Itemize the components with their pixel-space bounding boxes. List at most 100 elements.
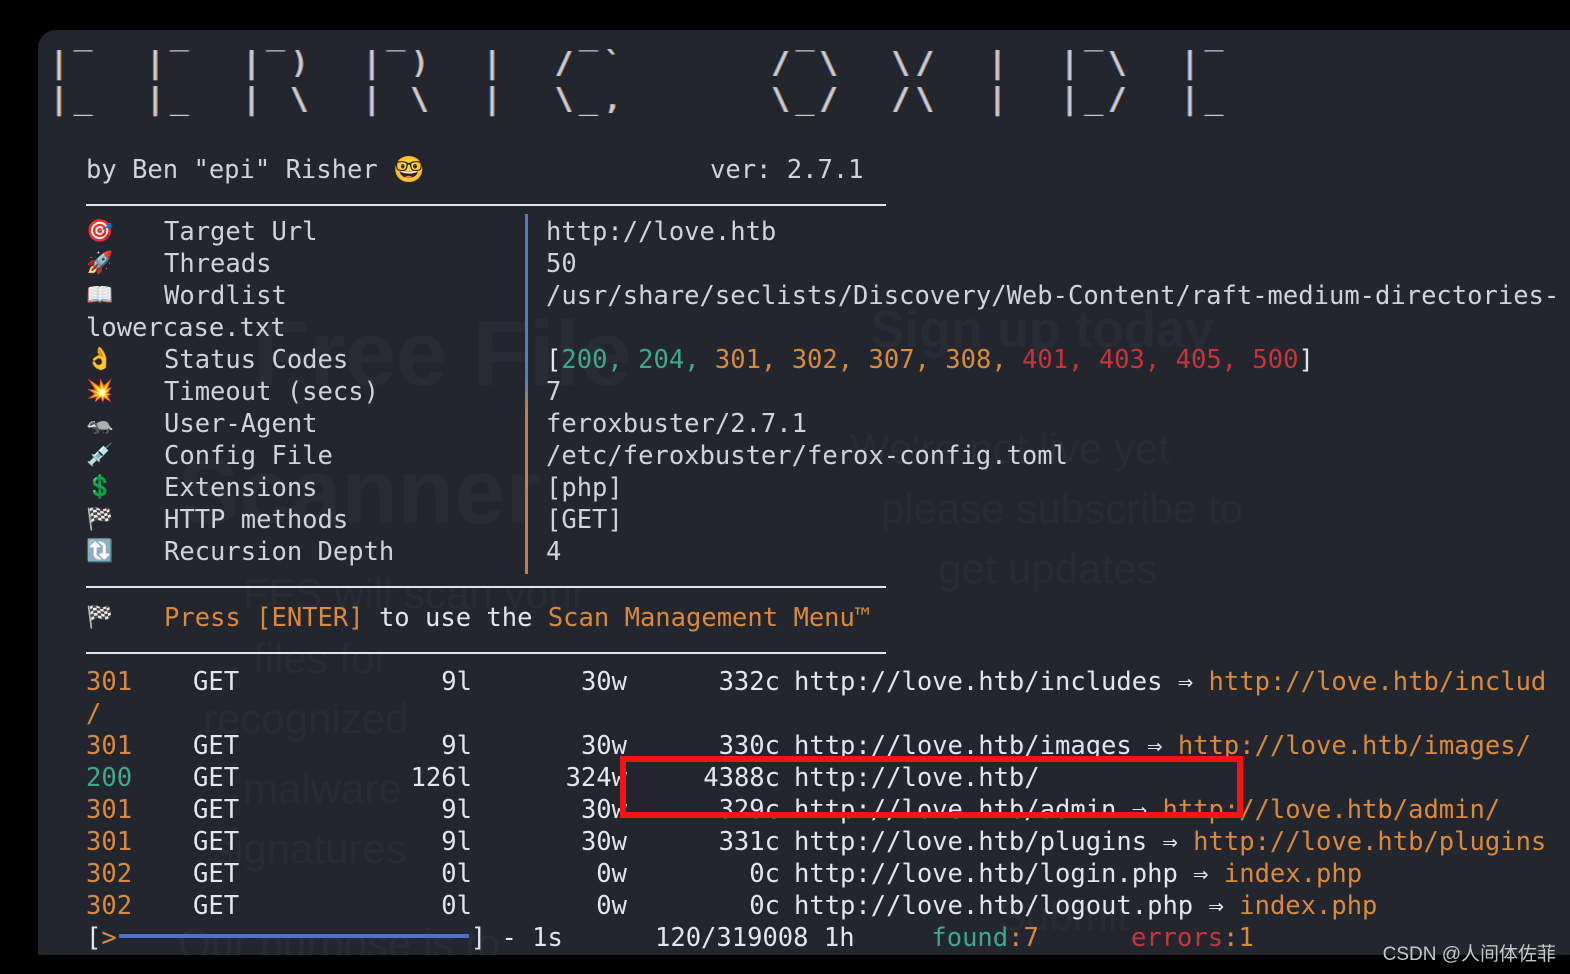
config-table: 🎯 Target Url http://love.htb 🚀 Threads 50 📖 W… (86, 216, 1559, 568)
result-method: GET (193, 731, 240, 761)
status-codes-open-bracket: [ (546, 345, 562, 375)
result-line-count: 0l (441, 859, 472, 889)
status-code-sep: , (684, 345, 715, 375)
status-code-sep: , (607, 345, 639, 375)
config-value-threads: 50 (546, 249, 577, 279)
result-method: GET (193, 795, 240, 825)
scan-management-menu-hint[interactable]: 🏁 Press [ENTER] to use the Scan Managemen… (86, 602, 870, 634)
table-row[interactable]: 302 GET 0l 0w 0c http://love.htb/logout.php ⇒… (86, 890, 1546, 922)
result-word-count: 30w (580, 667, 627, 697)
status-code-sep: , (991, 345, 1023, 375)
config-row-recursion-depth: 🔃 Recursion Depth 4 (86, 536, 1559, 568)
result-method: GET (193, 859, 240, 889)
config-label-recursion-depth: Recursion Depth (164, 537, 395, 567)
status-code-405: 405 (1175, 345, 1222, 375)
menu-name-label: Scan Management Menu™ (547, 603, 871, 633)
result-word-count: 30w (580, 795, 627, 825)
redirect-arrow-icon: ⇒ (1177, 859, 1224, 889)
config-row-threads: 🚀 Threads 50 (86, 248, 1559, 280)
config-row-status-codes: 👌 Status Codes [200, 204, 301, 302, 307, 3… (86, 344, 1559, 376)
table-row[interactable]: 302 GET 0l 0w 0c http://love.htb/login.php ⇒ … (86, 858, 1546, 890)
result-redirect-url[interactable]: index.php (1224, 859, 1362, 889)
result-word-count: 324w (565, 763, 627, 793)
config-value-extensions: [php] (546, 473, 623, 503)
eta-label: 1h (823, 923, 855, 953)
config-row-timeout: 💥 Timeout (secs) 7 (86, 376, 1559, 408)
config-row-extensions: 💲 Extensions [php] (86, 472, 1559, 504)
config-value-http-methods: [GET] (546, 505, 623, 535)
csdn-watermark: CSDN @人间体佐菲 (1382, 944, 1556, 965)
config-value-timeout: 7 (546, 377, 562, 407)
errors-value: 1 (1238, 923, 1254, 953)
badger-icon: 🦡 (86, 411, 114, 436)
result-url[interactable]: http://love.htb/logout.php (794, 891, 1193, 921)
flag-icon: 🏁 (86, 605, 114, 630)
result-char-count: 0c (749, 891, 780, 921)
status-code-204: 204 (638, 345, 685, 375)
result-url-cell[interactable]: http://love.htb/login.php ⇒ index.php (780, 858, 1362, 890)
config-label-config-file: Config File (164, 441, 333, 471)
flag-icon: 🏁 (86, 507, 114, 532)
config-row-wordlist: 📖 Wordlist/usr/share/seclists/Discovery/W… (86, 280, 1559, 312)
config-value-target-url: http://love.htb (546, 217, 777, 247)
result-line-count: 9l (441, 731, 472, 761)
elapsed-time: - 1s (501, 923, 563, 953)
result-url[interactable]: http://love.htb/login.php (794, 859, 1178, 889)
banner-line-1: |‾ |‾ |‾) |‾) | /‾` /‾\ \/ | |‾\ |‾ (50, 46, 1230, 81)
config-label-user-agent: User-Agent (164, 409, 318, 439)
status-codes-close-bracket: ] (1298, 345, 1314, 375)
result-redirect-url[interactable]: http://love.htb/includ (1209, 667, 1547, 697)
result-method: GET (193, 891, 240, 921)
result-method: GET (193, 763, 240, 793)
errors-label: errors (1130, 923, 1224, 953)
result-line-count: 126l (410, 763, 472, 793)
status-code-sep: , (1221, 345, 1253, 375)
status-code-401: 401 (1022, 345, 1069, 375)
status-code-sep: , (1068, 345, 1099, 375)
boom-icon: 💥 (86, 379, 114, 404)
menu-middle-text: to use the (363, 603, 548, 633)
status-code-308: 308 (945, 345, 992, 375)
syringe-icon: 💉 (86, 443, 114, 468)
result-url-cell[interactable]: http://love.htb/includes ⇒ http://love.h… (780, 666, 1546, 698)
result-url[interactable]: http://love.htb/plugins (794, 827, 1147, 857)
result-word-count: 30w (580, 827, 627, 857)
result-char-count: 331c (718, 827, 780, 857)
admin-row-highlight-box (620, 756, 1243, 818)
config-value-status-codes: [200, 204, 301, 302, 307, 308, 401, 403,… (546, 344, 1314, 376)
status-code-301: 301 (714, 345, 761, 375)
result-redirect-url[interactable]: index.php (1239, 891, 1377, 921)
result-redirect-url[interactable]: http://love.htb/plugins (1193, 827, 1546, 857)
config-label-threads: Threads (164, 249, 272, 279)
enter-key-label: [ENTER] (256, 603, 364, 633)
config-label-target-url: Target Url (164, 217, 318, 247)
target-icon: 🎯 (86, 219, 114, 244)
table-row[interactable]: 301 GET 9l 30w 332c http://love.htb/includes … (86, 666, 1546, 698)
result-word-count: 0w (596, 891, 627, 921)
result-status-code: 301 (86, 827, 133, 857)
redirect-arrow-icon: ⇒ (1162, 667, 1209, 697)
divider-top (86, 204, 886, 206)
progress-status-bar-secondary: [>] - 1s 120/319008 1h found:7 errors:1 (86, 954, 1254, 955)
found-value: 7 (1023, 923, 1039, 953)
progress-count: 120/319008 (654, 923, 809, 953)
config-row-http-methods: 🏁 HTTP methods [GET] (86, 504, 1559, 536)
result-status-code: 301 (86, 731, 133, 761)
book-icon: 📖 (86, 283, 114, 308)
found-colon: : (1008, 923, 1024, 953)
bar-bracket-open: [ (86, 923, 102, 953)
table-row[interactable]: 301 GET 9l 30w 331c http://love.htb/plugins ⇒… (86, 826, 1546, 858)
redirect-arrow-icon: ⇒ (1193, 891, 1240, 921)
bar-bracket-close: ] (470, 923, 487, 953)
config-label-wordlist: Wordlist (164, 281, 287, 311)
result-url-cell[interactable]: http://love.htb/logout.php ⇒ index.php (780, 890, 1377, 922)
result-url-cell[interactable]: http://love.htb/plugins ⇒ http://love.ht… (780, 826, 1546, 858)
result-line-count: 9l (441, 827, 472, 857)
config-row-user-agent: 🦡 User-Agent feroxbuster/2.7.1 (86, 408, 1559, 440)
status-code-307: 307 (868, 345, 915, 375)
bar-caret: > (101, 923, 117, 953)
config-label-timeout: Timeout (secs) (164, 377, 379, 407)
result-url[interactable]: http://love.htb/includes (794, 667, 1162, 697)
config-value-user-agent: feroxbuster/2.7.1 (546, 409, 807, 439)
config-value-wordlist: /usr/share/seclists/Discovery/Web-Conten… (546, 281, 1560, 311)
